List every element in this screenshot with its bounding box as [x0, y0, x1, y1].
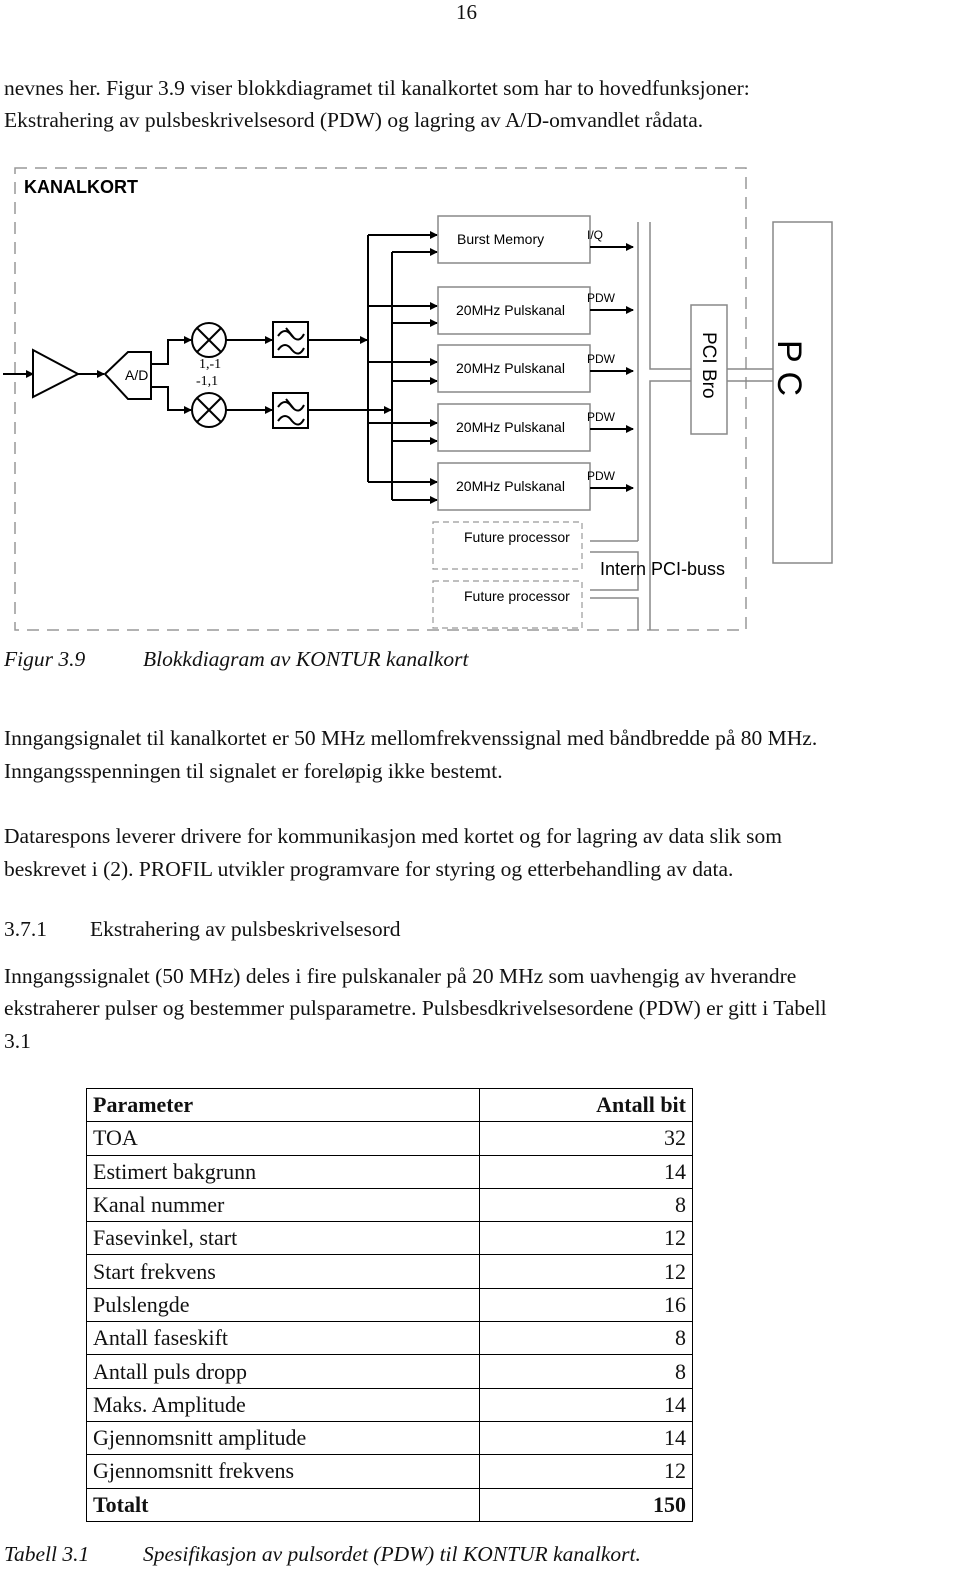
bits-cell: 12: [479, 1454, 693, 1489]
figure-caption: Blokkdiagram av KONTUR kanalkort: [143, 647, 469, 671]
mixer-icon: [191, 392, 227, 428]
block-diagram: KANALKORT A/D 1,-1 -1,1 Burst Memory I/Q 2…: [3, 167, 833, 631]
table-number: Tabell 3.1: [4, 1542, 90, 1566]
parameter-cell: Estimert bakgrunn: [86, 1154, 480, 1189]
mixer-label: 1,-1: [199, 357, 221, 372]
ad-label: A/D: [125, 367, 148, 383]
block-label: Burst Memory: [457, 231, 544, 247]
paragraph-2-line-1: Datarespons leverer drivere for kommunik…: [4, 824, 782, 848]
bus-label: Intern PCI-buss: [600, 559, 725, 579]
block-label: 20MHz Pulskanal: [456, 302, 565, 318]
bits-cell: 12: [479, 1254, 693, 1289]
frame-label: KANALKORT: [24, 177, 138, 197]
section-number: 3.7.1: [4, 917, 47, 941]
parameter-cell: Gjennomsnitt amplitude: [86, 1420, 480, 1456]
paragraph-2-line-2: beskrevet i (2). PROFIL utvikler program…: [4, 857, 734, 881]
amplifier-icon: [32, 348, 81, 399]
mixer-icon: [191, 322, 227, 358]
section-text-line-1: Inngangssignalet (50 MHz) deles i fire p…: [4, 964, 797, 988]
pci-bridge-label: PCI Bro: [698, 332, 719, 399]
table-row: Estimert bakgrunn 14: [86, 1154, 693, 1189]
page-number: 16: [456, 0, 477, 24]
block-label: 20MHz Pulskanal: [456, 419, 565, 435]
bits-cell: 14: [479, 1154, 693, 1189]
table-header-row: Parameter Antall bit: [86, 1087, 693, 1123]
output-label: PDW: [587, 352, 616, 366]
table-total-row: Totalt 150: [86, 1487, 693, 1522]
pdw-table: Parameter Antall bit TOA 32 Estimert bakgr…: [86, 1087, 693, 1522]
block-label: 20MHz Pulskanal: [456, 478, 565, 494]
header-bits: Antall bit: [479, 1087, 693, 1123]
table-row: Fasevinkel, start 12: [86, 1221, 693, 1256]
table-row: TOA 32: [86, 1121, 693, 1156]
parameter-cell: Totalt: [86, 1487, 480, 1522]
bits-cell: 150: [479, 1487, 693, 1522]
parameter-cell: Gjennomsnitt frekvens: [86, 1454, 480, 1489]
table-row: Start frekvens 12: [86, 1254, 693, 1289]
section-title: Ekstrahering av pulsbeskrivelsesord: [90, 917, 401, 941]
future-processor-label: Future processor: [464, 588, 570, 604]
table-row: Gjennomsnitt frekvens 12: [86, 1454, 693, 1489]
parameter-cell: Antall puls dropp: [86, 1354, 480, 1389]
parameter-cell: Start frekvens: [86, 1254, 480, 1289]
section-text-line-3: 3.1: [4, 1029, 31, 1053]
output-label: PDW: [587, 410, 616, 424]
bits-cell: 16: [479, 1287, 693, 1323]
bits-cell: 14: [479, 1420, 693, 1456]
figure-number: Figur 3.9: [4, 647, 86, 671]
table-row: Antall faseskift 8: [86, 1321, 693, 1356]
table-row: Pulslengde 16: [86, 1287, 693, 1323]
table-row: Antall puls dropp 8: [86, 1354, 693, 1389]
mixer-label: -1,1: [196, 374, 218, 389]
parameter-cell: Antall faseskift: [86, 1321, 480, 1356]
bits-cell: 8: [479, 1187, 693, 1223]
bits-cell: 14: [479, 1387, 693, 1422]
parameter-cell: TOA: [86, 1121, 480, 1156]
table-row: Kanal nummer 8: [86, 1187, 693, 1223]
table-row: Maks. Amplitude 14: [86, 1387, 693, 1422]
bits-cell: 8: [479, 1321, 693, 1356]
paragraph-1-line-2: Inngangsspenningen til signalet er forel…: [4, 759, 503, 783]
pc-label: P C: [770, 340, 808, 396]
parameter-cell: Kanal nummer: [86, 1187, 480, 1223]
bits-cell: 32: [479, 1121, 693, 1156]
filter-icon: [272, 392, 309, 429]
filter-icon: [272, 321, 309, 358]
header-parameter: Parameter: [86, 1087, 480, 1123]
block-label: 20MHz Pulskanal: [456, 360, 565, 376]
section-text-line-2: ekstraherer pulser og bestemmer pulspara…: [4, 996, 827, 1020]
intro-line-1: nevnes her. Figur 3.9 viser blokkdiagram…: [4, 76, 750, 100]
output-label: PDW: [587, 291, 616, 305]
intro-line-2: Ekstrahering av pulsbeskrivelsesord (PDW…: [4, 108, 704, 132]
future-processor-label: Future processor: [464, 529, 570, 545]
bits-cell: 8: [479, 1354, 693, 1389]
parameter-cell: Pulslengde: [86, 1287, 480, 1323]
paragraph-1-line-1: Inngangsignalet til kanalkortet er 50 MH…: [4, 726, 818, 750]
output-label: PDW: [587, 469, 616, 483]
output-label: I/Q: [587, 228, 603, 242]
parameter-cell: Maks. Amplitude: [86, 1387, 480, 1422]
table-row: Gjennomsnitt amplitude 14: [86, 1420, 693, 1456]
parameter-cell: Fasevinkel, start: [86, 1221, 480, 1256]
bits-cell: 12: [479, 1221, 693, 1256]
table-caption: Spesifikasjon av pulsordet (PDW) til KON…: [143, 1542, 641, 1566]
